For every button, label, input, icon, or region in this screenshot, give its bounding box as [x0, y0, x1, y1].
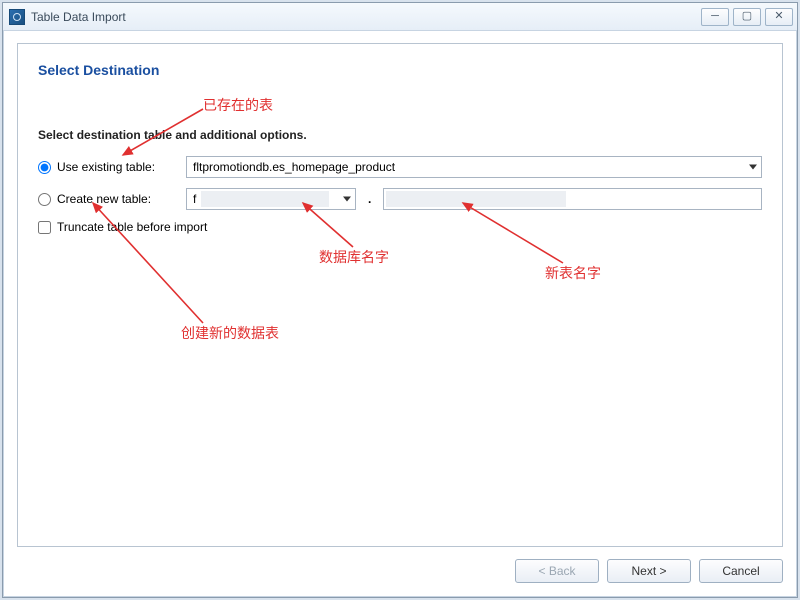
database-select[interactable]: f [186, 188, 356, 210]
next-button[interactable]: Next > [607, 559, 691, 583]
row-create-new: Create new table: f . [38, 188, 762, 210]
chevron-down-icon [343, 197, 351, 202]
annotation-create-new: 创建新的数据表 [181, 323, 279, 343]
cancel-button[interactable]: Cancel [699, 559, 783, 583]
use-existing-radio[interactable] [38, 161, 51, 174]
create-new-label-group[interactable]: Create new table: [38, 192, 178, 206]
page-subheading: Select destination table and additional … [38, 128, 762, 142]
cancel-button-label: Cancel [722, 564, 759, 578]
truncate-checkbox[interactable] [38, 221, 51, 234]
titlebar: Table Data Import ─ ▢ ✕ [3, 3, 797, 31]
annotation-existing-table: 已存在的表 [203, 95, 273, 115]
use-existing-label-group[interactable]: Use existing table: [38, 160, 178, 174]
chevron-down-icon [749, 165, 757, 170]
use-existing-label: Use existing table: [57, 160, 155, 174]
next-button-label: Next > [631, 564, 666, 578]
create-new-radio[interactable] [38, 193, 51, 206]
content-panel: Select Destination Select destination ta… [17, 43, 783, 547]
row-truncate: Truncate table before import [38, 220, 762, 234]
dialog-window: Table Data Import ─ ▢ ✕ Select Destinati… [2, 2, 798, 598]
truncate-label: Truncate table before import [57, 220, 207, 234]
blur-mask [386, 191, 566, 207]
existing-table-select[interactable]: fltpromotiondb.es_homepage_product [186, 156, 762, 178]
close-button[interactable]: ✕ [765, 8, 793, 26]
window-title: Table Data Import [31, 10, 126, 24]
new-table-input[interactable] [383, 188, 762, 210]
annotation-db-name: 数据库名字 [319, 247, 389, 267]
maximize-button[interactable]: ▢ [733, 8, 761, 26]
minimize-button[interactable]: ─ [701, 8, 729, 26]
footer-buttons: < Back Next > Cancel [17, 559, 783, 583]
truncate-label-group[interactable]: Truncate table before import [38, 220, 207, 234]
app-icon [9, 9, 25, 25]
existing-table-value: fltpromotiondb.es_homepage_product [193, 160, 395, 174]
row-use-existing: Use existing table: fltpromotiondb.es_ho… [38, 156, 762, 178]
annotation-new-table-name: 新表名字 [545, 263, 601, 283]
window-controls: ─ ▢ ✕ [701, 8, 793, 26]
page-heading: Select Destination [38, 62, 762, 78]
back-button-label: < Back [538, 564, 575, 578]
back-button[interactable]: < Back [515, 559, 599, 583]
create-new-label: Create new table: [57, 192, 151, 206]
database-value: f [193, 192, 196, 206]
separator-dot: . [364, 192, 375, 206]
blur-mask [201, 191, 329, 207]
